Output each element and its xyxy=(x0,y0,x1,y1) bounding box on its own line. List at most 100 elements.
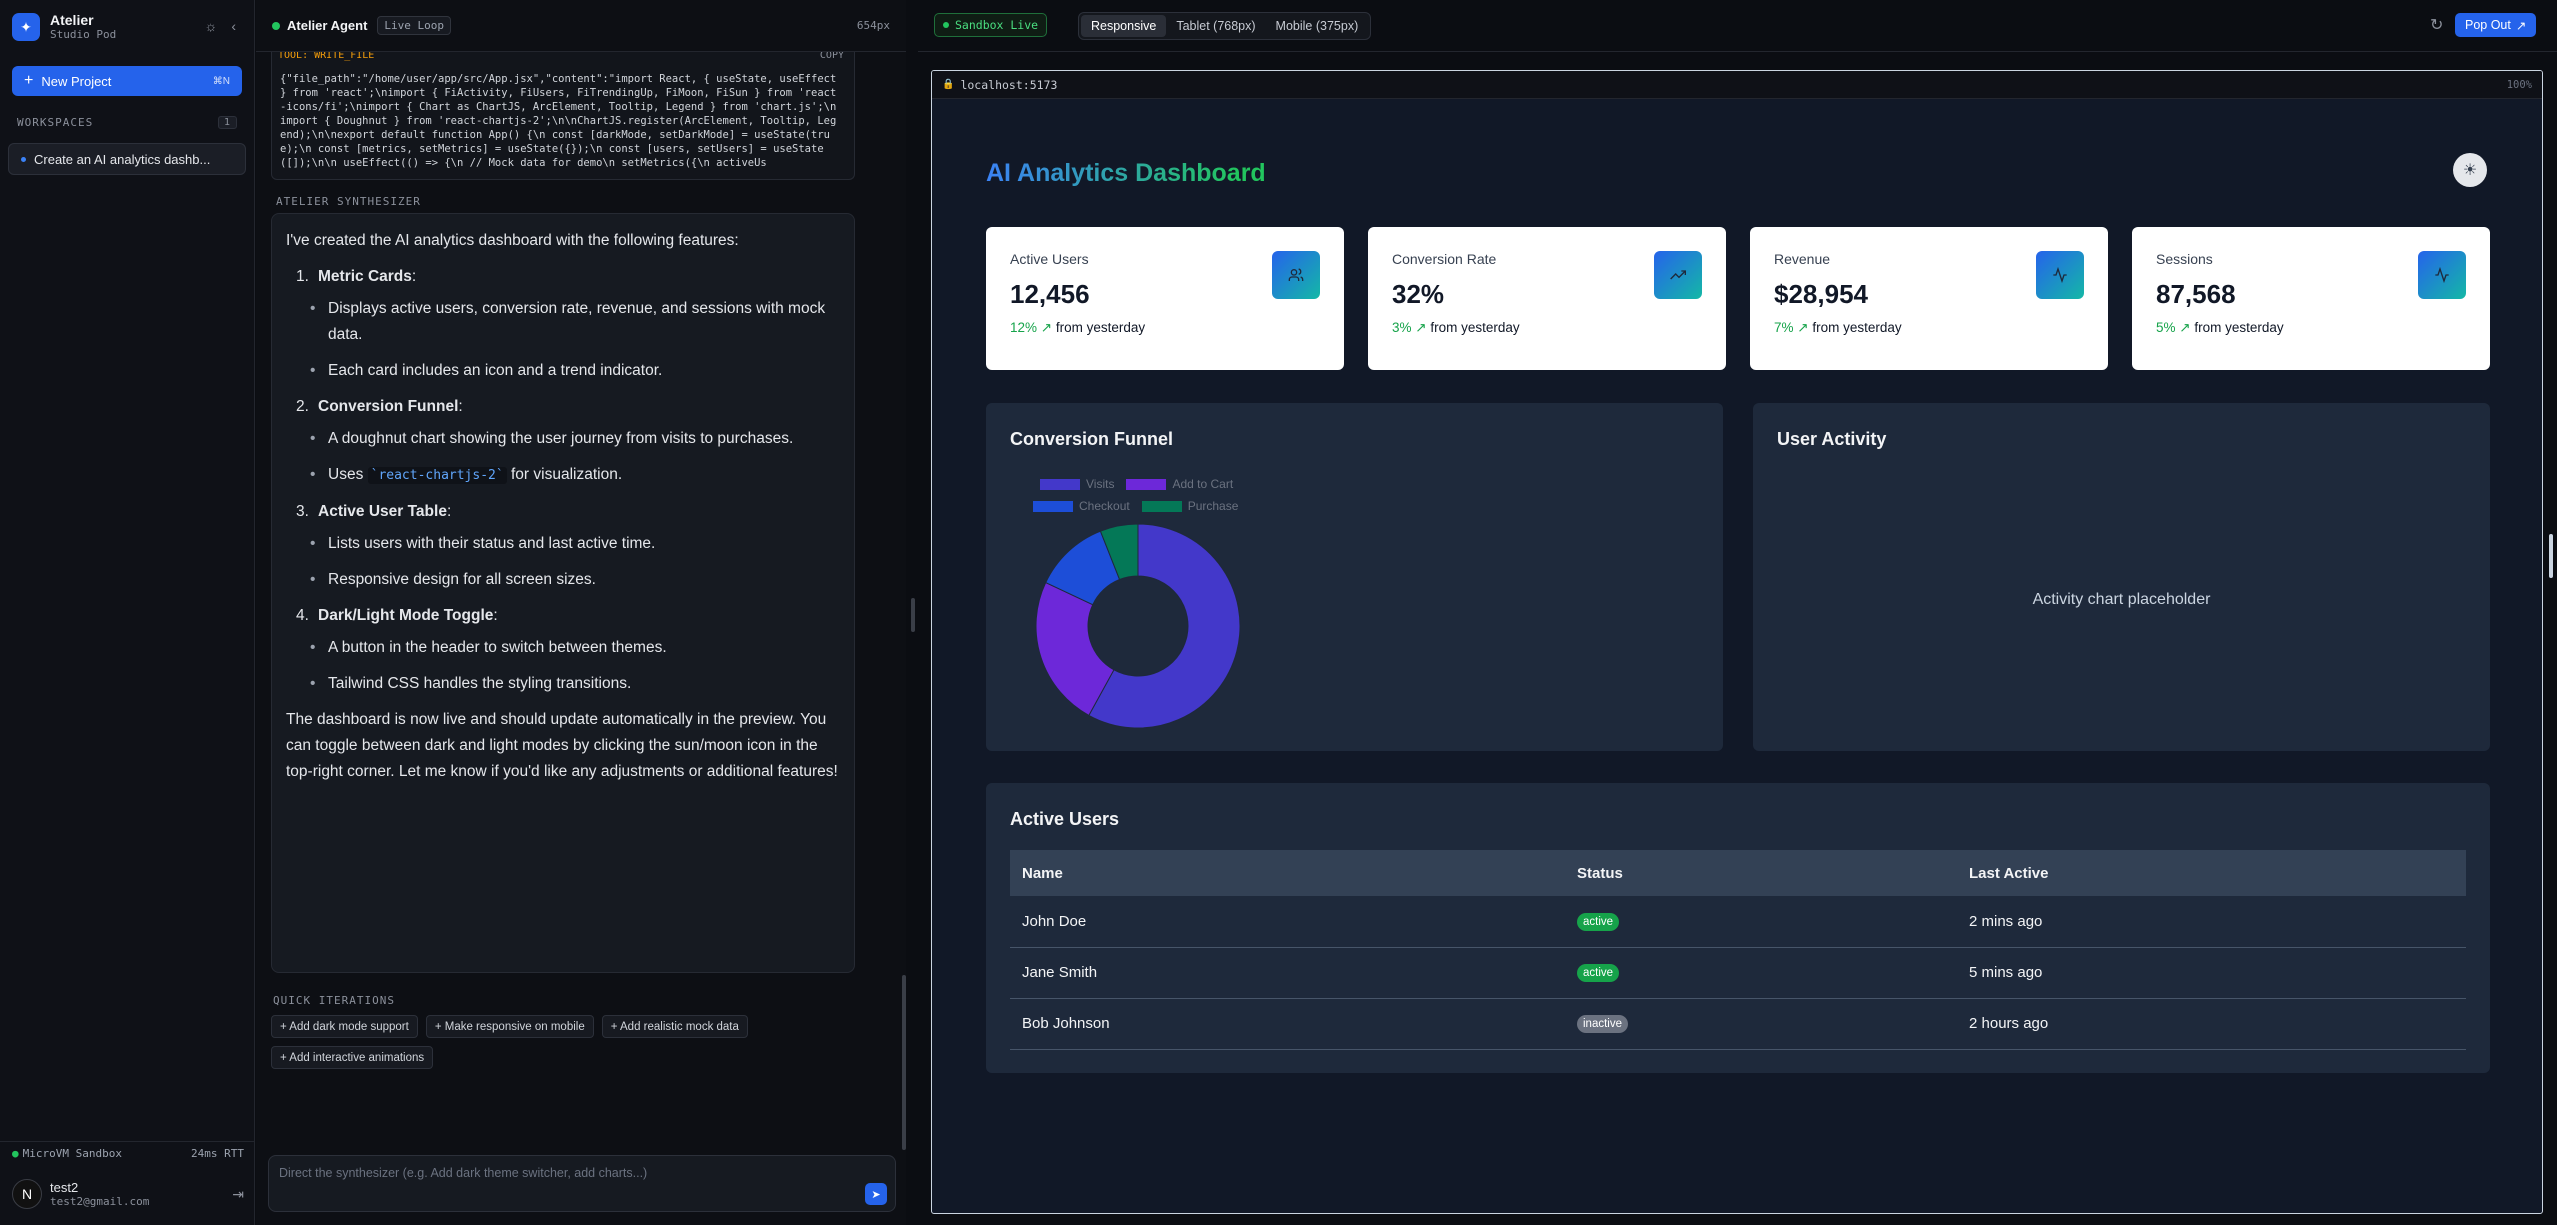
workspace-dot-icon xyxy=(21,156,26,162)
tool-call-box: TOOL: WRITE_FILE COPY {"file_path":"/hom… xyxy=(271,52,855,180)
trend-suffix: from yesterday xyxy=(1812,320,1902,335)
refresh-icon[interactable]: ↻ xyxy=(2430,15,2443,35)
plus-icon: + xyxy=(24,72,34,89)
trending-up-icon xyxy=(1654,251,1702,299)
user-name-cell: John Doe xyxy=(1010,896,1565,948)
legend-item[interactable]: Purchase xyxy=(1141,499,1238,513)
brand-subtitle: Studio Pod xyxy=(50,28,117,41)
composer: ➤ xyxy=(268,1155,896,1212)
chip-responsive[interactable]: + Make responsive on mobile xyxy=(425,1015,594,1038)
list-item: 2.Conversion Funnel: A doughnut chart sh… xyxy=(296,394,840,489)
metric-trend: 7% ↗ from yesterday xyxy=(1774,320,2084,336)
lock-icon: 🔒 xyxy=(942,79,955,90)
list-title: Conversion Funnel xyxy=(318,398,459,415)
doughnut-chart[interactable] xyxy=(1033,521,1243,731)
list-number: 4. xyxy=(296,607,309,624)
viewport-responsive[interactable]: Responsive xyxy=(1081,15,1167,37)
new-project-button[interactable]: + New Project ⌘N xyxy=(12,66,242,96)
user-profile[interactable]: N test2 test2@gmail.com ⇥ xyxy=(12,1172,244,1216)
sun-icon[interactable]: ☼ xyxy=(204,18,217,34)
viewport-tablet[interactable]: Tablet (768px) xyxy=(1166,15,1265,37)
left-sidebar: ✦ Atelier Studio Pod ☼ ‹ + New Project ⌘… xyxy=(0,0,255,1225)
new-project-label: New Project xyxy=(41,73,112,89)
sun-icon[interactable]: ☀ xyxy=(2453,153,2487,187)
resize-handle[interactable] xyxy=(2549,534,2553,578)
column-header: Status xyxy=(1565,850,1957,896)
legend-item[interactable]: Add to Cart xyxy=(1126,477,1233,491)
tool-code: {"file_path":"/home/user/app/src/App.jsx… xyxy=(280,73,837,169)
sandbox-label: MicroVM Sandbox xyxy=(22,1147,122,1160)
chat-scrollbar[interactable] xyxy=(902,975,906,1150)
collapse-chevron-icon[interactable]: ‹ xyxy=(231,18,236,34)
list-number: 1. xyxy=(296,268,309,285)
metric-trend: 5% ↗ from yesterday xyxy=(2156,320,2466,336)
user-activity-panel: User Activity Activity chart placeholder xyxy=(1753,403,2490,751)
workspaces-label: WORKSPACES xyxy=(17,116,94,129)
arrow-up-right-icon: ↗ xyxy=(1411,320,1431,335)
url-text: localhost:5173 xyxy=(960,77,1058,92)
activity-icon xyxy=(2418,251,2466,299)
workspaces-count: 1 xyxy=(217,116,237,129)
metric-cards: Active Users 12,456 12% ↗ from yesterday… xyxy=(986,227,2490,370)
list-item: 3.Active User Table: Lists users with th… xyxy=(296,499,840,593)
list-item: 1.Metric Cards: Displays active users, c… xyxy=(296,264,840,384)
user-name-cell: Bob Johnson xyxy=(1010,998,1565,1050)
viewport-mobile[interactable]: Mobile (375px) xyxy=(1266,15,1369,37)
trend-suffix: from yesterday xyxy=(1430,320,1520,335)
pop-out-button[interactable]: Pop Out ↗ xyxy=(2455,13,2537,37)
preview-frame: 🔒 localhost:5173 100% AI Analytics Dashb… xyxy=(931,70,2543,1214)
copy-button[interactable]: COPY xyxy=(820,52,844,61)
table-row: John Doe active 2 mins ago xyxy=(1010,896,2466,948)
trend-value: 12% xyxy=(1010,320,1038,335)
bullet-item: Each card includes an icon and a trend i… xyxy=(310,358,840,384)
list-title: Dark/Light Mode Toggle xyxy=(318,607,494,624)
legend-item[interactable]: Visits xyxy=(1040,477,1114,491)
trend-value: 3% xyxy=(1392,320,1412,335)
synthesizer-label: ATELIER SYNTHESIZER xyxy=(276,195,421,208)
logout-icon[interactable]: ⇥ xyxy=(232,1186,244,1203)
prompt-input[interactable] xyxy=(279,1164,839,1182)
chip-animations[interactable]: + Add interactive animations xyxy=(271,1046,434,1069)
trend-suffix: from yesterday xyxy=(1055,320,1146,335)
inline-code: `react-chartjs-2` xyxy=(367,467,507,484)
zoom-level: 100% xyxy=(2506,78,2532,91)
url-bar: 🔒 localhost:5173 100% xyxy=(932,71,2542,99)
user-email: test2@gmail.com xyxy=(50,1194,150,1208)
tool-label: TOOL: WRITE_FILE xyxy=(278,52,375,61)
chart-placeholder: Activity chart placeholder xyxy=(2032,591,2211,608)
split-handle[interactable] xyxy=(911,598,915,632)
shortcut-hint: ⌘N xyxy=(212,75,230,87)
chip-mock-data[interactable]: + Add realistic mock data xyxy=(601,1015,748,1038)
chip-dark-mode[interactable]: + Add dark mode support xyxy=(271,1015,418,1038)
sandbox-rtt: 24ms RTT xyxy=(191,1147,244,1160)
message-outro: The dashboard is now live and should upd… xyxy=(286,711,838,780)
active-users-panel: Active Users Name Status Last Active Joh… xyxy=(986,783,2490,1073)
chart-legend: Visits Add to Cart Checkout Purchase xyxy=(1033,477,1263,521)
bullet-item: Responsive design for all screen sizes. xyxy=(310,567,840,593)
avatar[interactable]: N xyxy=(12,1179,42,1209)
page-title: AI Analytics Dashboard xyxy=(986,159,1266,187)
trend-value: 7% xyxy=(1774,320,1794,335)
metric-card: Conversion Rate 32% 3% ↗ from yesterday xyxy=(1368,227,1726,370)
metric-card: Sessions 87,568 5% ↗ from yesterday xyxy=(2132,227,2490,370)
table-row: Jane Smith active 5 mins ago xyxy=(1010,947,2466,999)
metric-trend: 12% ↗ from yesterday xyxy=(1010,320,1320,336)
legend-swatch xyxy=(1126,478,1167,490)
status-cell: active xyxy=(1565,896,1957,948)
user-name: test2 xyxy=(50,1179,79,1195)
status-badge: inactive xyxy=(1577,1015,1628,1033)
chat-pane: Atelier Agent Live Loop 654px TOOL: WRIT… xyxy=(256,0,906,1225)
panel-title: User Activity xyxy=(1777,429,1887,449)
divider xyxy=(0,1141,255,1142)
legend-swatch xyxy=(1033,500,1073,512)
users-icon xyxy=(1272,251,1320,299)
table-row: Bob Johnson inactive 2 hours ago xyxy=(1010,998,2466,1050)
send-icon[interactable]: ➤ xyxy=(865,1183,887,1205)
bullet-text: Uses xyxy=(328,466,368,483)
quick-iterations-label: QUICK ITERATIONS xyxy=(273,994,395,1007)
legend-item[interactable]: Checkout xyxy=(1033,499,1130,513)
workspace-item-label: Create an AI analytics dashb... xyxy=(34,151,211,167)
agent-name: Atelier Agent xyxy=(287,18,368,33)
workspace-item[interactable]: Create an AI analytics dashb... xyxy=(8,143,246,175)
table-header-row: Name Status Last Active xyxy=(1010,850,2466,896)
